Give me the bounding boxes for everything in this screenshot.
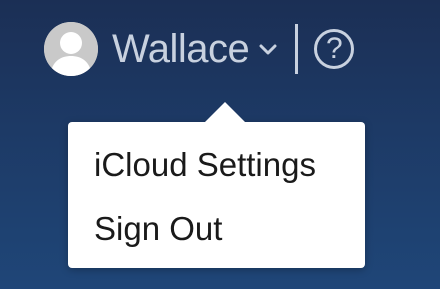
header-divider	[295, 24, 299, 74]
menu-item-sign-out[interactable]: Sign Out	[94, 212, 222, 245]
username-label: Wallace	[112, 27, 250, 71]
chevron-down-icon	[259, 43, 277, 55]
default-user-avatar-icon	[44, 22, 98, 76]
account-dropdown-menu: iCloud Settings Sign Out	[68, 102, 365, 268]
question-mark-circle-icon: ?	[325, 32, 343, 65]
help-button[interactable]: ?	[314, 29, 355, 69]
menu-item-icloud-settings[interactable]: iCloud Settings	[94, 148, 316, 181]
avatar-icon[interactable]	[44, 22, 98, 76]
app-frame: Wallace ? iCloud Settings Sign Out	[0, 0, 440, 289]
user-menu-button[interactable]: Wallace	[112, 29, 277, 69]
account-header: Wallace ?	[44, 14, 355, 84]
